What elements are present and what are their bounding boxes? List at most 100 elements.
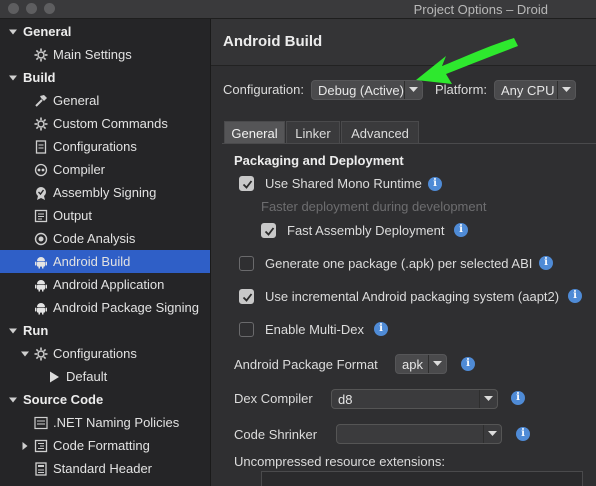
chevron-down-icon xyxy=(479,390,497,408)
info-icon[interactable]: i xyxy=(568,289,582,303)
sidebar-item-assembly-signing[interactable]: Assembly Signing xyxy=(0,181,210,204)
dex-compiler-value: d8 xyxy=(338,392,353,407)
naming-icon xyxy=(34,416,48,430)
sidebar-item-net-naming-policies[interactable]: .NET Naming Policies xyxy=(0,411,210,434)
panel-header: Android Build xyxy=(211,19,596,66)
sidebar-item-label: .NET Naming Policies xyxy=(53,415,180,430)
chevron-down-icon[interactable] xyxy=(8,73,18,83)
code-shrinker-dropdown[interactable] xyxy=(336,424,502,444)
sidebar-item-build[interactable]: Build xyxy=(0,66,210,89)
sidebar-item-label: Custom Commands xyxy=(53,116,168,131)
configuration-label: Configuration: xyxy=(223,82,304,97)
chevron-down-icon xyxy=(557,81,575,99)
uncompressed-extensions-input[interactable] xyxy=(261,471,583,486)
shared-runtime-label: Use Shared Mono Runtime xyxy=(265,176,422,191)
tab-general[interactable]: General xyxy=(224,121,285,144)
sidebar-item-label: Standard Header xyxy=(53,461,153,476)
chevron-down-icon xyxy=(483,425,501,443)
sidebar-item-label: Configurations xyxy=(53,346,137,361)
sidebar-item-custom-commands[interactable]: Custom Commands xyxy=(0,112,210,135)
sidebar-item-configurations[interactable]: Configurations xyxy=(0,342,210,365)
sidebar-item-default[interactable]: Default xyxy=(0,365,210,388)
info-icon[interactable]: i xyxy=(374,322,388,336)
main-panel: Android Build Configuration: Debug (Acti… xyxy=(211,19,596,486)
sidebar-item-general[interactable]: General xyxy=(0,20,210,43)
options-sidebar: General Main Settings Build General Custom C… xyxy=(0,19,211,486)
chevron-down-icon xyxy=(428,355,446,373)
chevron-down-icon[interactable] xyxy=(8,27,18,37)
play-icon xyxy=(47,370,61,384)
info-icon[interactable]: i xyxy=(428,177,442,191)
chevron-down-icon[interactable] xyxy=(20,349,30,359)
sidebar-item-android-build[interactable]: Android Build xyxy=(0,250,210,273)
info-icon[interactable]: i xyxy=(461,357,475,371)
dex-compiler-dropdown[interactable]: d8 xyxy=(331,389,498,409)
section-title: Packaging and Deployment xyxy=(234,153,404,168)
hammer-icon xyxy=(34,94,48,108)
sidebar-item-label: Android Application xyxy=(53,277,165,292)
sidebar-item-output[interactable]: Output xyxy=(0,204,210,227)
sidebar-item-label: Run xyxy=(23,323,49,338)
info-icon[interactable]: i xyxy=(516,427,530,441)
sidebar-item-label: Source Code xyxy=(23,392,104,407)
sidebar-item-android-application[interactable]: Android Application xyxy=(0,273,210,296)
android-icon xyxy=(34,301,48,315)
sidebar-item-configurations[interactable]: Configurations xyxy=(0,135,210,158)
shared-runtime-hint: Faster deployment during development xyxy=(261,199,487,214)
sidebar-item-code-formatting[interactable]: Code Formatting xyxy=(0,434,210,457)
multidex-checkbox[interactable] xyxy=(239,322,254,337)
configuration-dropdown[interactable]: Debug (Active) xyxy=(311,80,423,100)
sidebar-item-code-analysis[interactable]: Code Analysis xyxy=(0,227,210,250)
fast-deploy-checkbox[interactable] xyxy=(261,223,276,238)
sidebar-item-general[interactable]: General xyxy=(0,89,210,112)
formatting-icon xyxy=(34,439,48,453)
badge-icon xyxy=(34,186,48,200)
zoom-window-button[interactable] xyxy=(44,3,55,14)
multidex-label: Enable Multi-Dex xyxy=(265,322,364,337)
sidebar-item-label: Main Settings xyxy=(53,47,132,62)
minimize-window-button[interactable] xyxy=(26,3,37,14)
info-icon[interactable]: i xyxy=(539,256,553,270)
sidebar-item-label: General xyxy=(23,24,72,39)
annotation-arrow-icon xyxy=(416,38,518,84)
info-icon[interactable]: i xyxy=(454,223,468,237)
title-bar: Project Options – Droid xyxy=(0,0,596,19)
chevron-down-icon[interactable] xyxy=(8,395,18,405)
info-icon[interactable]: i xyxy=(511,391,525,405)
sidebar-item-source-code[interactable]: Source Code xyxy=(0,388,210,411)
tab-linker[interactable]: Linker xyxy=(286,121,340,144)
sidebar-item-label: Build xyxy=(23,70,56,85)
package-format-dropdown[interactable]: apk xyxy=(395,354,447,374)
sidebar-item-main-settings[interactable]: Main Settings xyxy=(0,43,210,66)
sidebar-item-compiler[interactable]: Compiler xyxy=(0,158,210,181)
gear-icon xyxy=(34,48,48,62)
sidebar-item-label: Output xyxy=(53,208,93,223)
sidebar-item-label: Compiler xyxy=(53,162,106,177)
sidebar-item-label: Configurations xyxy=(53,139,137,154)
configuration-value: Debug (Active) xyxy=(318,83,404,98)
android-icon xyxy=(34,255,48,269)
package-format-value: apk xyxy=(402,357,423,372)
close-window-button[interactable] xyxy=(8,3,19,14)
compiler-icon xyxy=(34,163,48,177)
android-icon xyxy=(34,278,48,292)
sidebar-item-label: Assembly Signing xyxy=(53,185,157,200)
chevron-down-icon[interactable] xyxy=(8,326,18,336)
tab-advanced[interactable]: Advanced xyxy=(341,121,419,144)
shared-runtime-checkbox[interactable] xyxy=(239,176,254,191)
gear-icon xyxy=(34,347,48,361)
sidebar-item-standard-header[interactable]: Standard Header xyxy=(0,457,210,480)
sidebar-item-run[interactable]: Run xyxy=(0,319,210,342)
fast-deploy-label: Fast Assembly Deployment xyxy=(287,223,445,238)
document-icon xyxy=(34,140,48,154)
dex-compiler-label: Dex Compiler xyxy=(234,391,313,406)
per-abi-label: Generate one package (.apk) per selected… xyxy=(265,256,533,271)
sidebar-item-label: Code Analysis xyxy=(53,231,136,246)
page-title: Android Build xyxy=(223,33,323,50)
sidebar-item-android-package-signing[interactable]: Android Package Signing xyxy=(0,296,210,319)
aapt2-checkbox[interactable] xyxy=(239,289,254,304)
per-abi-checkbox[interactable] xyxy=(239,256,254,271)
output-icon xyxy=(34,209,48,223)
package-format-label: Android Package Format xyxy=(234,357,378,372)
chevron-right-icon[interactable] xyxy=(20,441,30,451)
